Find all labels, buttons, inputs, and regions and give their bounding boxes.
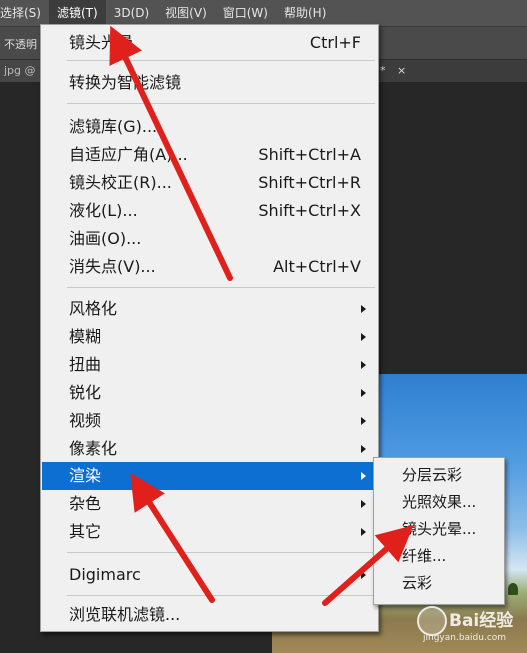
arrow-to-render-item <box>130 472 215 603</box>
watermark-title: Bai经验 <box>449 611 514 631</box>
arrow-to-filter-menu <box>109 25 233 281</box>
watermark-url: jingyan.baidu.com <box>423 633 507 643</box>
paw-logo-icon <box>417 606 447 636</box>
annotation-arrows <box>109 25 414 606</box>
baidu-watermark: Bai经验 jingyan.baidu.com <box>415 604 523 648</box>
arrow-to-lens-flare <box>322 525 414 606</box>
